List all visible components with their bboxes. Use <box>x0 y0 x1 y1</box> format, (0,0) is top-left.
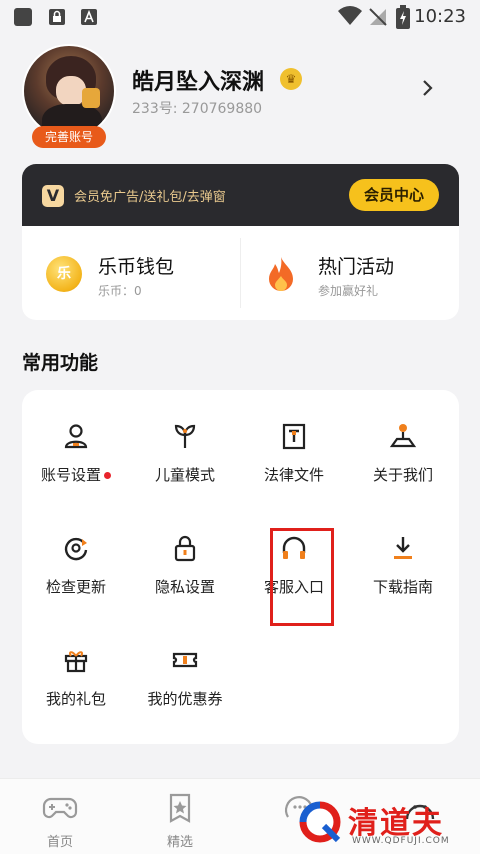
wifi-icon <box>338 6 362 26</box>
func-my-gifts[interactable]: 我的礼包 <box>22 614 130 714</box>
func-label: 法律文件 <box>263 466 324 484</box>
wallet-activity-card: 乐 乐币钱包 乐币：0 热门活动 参加赢好礼 <box>22 226 459 320</box>
wallet-balance: 乐币：0 <box>98 284 142 298</box>
func-label: 隐私设置 <box>154 578 215 596</box>
func-label: 关于我们 <box>372 466 433 484</box>
func-label: 检查更新 <box>45 578 106 596</box>
no-signal-icon <box>369 8 387 26</box>
gamepad-icon <box>42 797 78 819</box>
gift-icon <box>64 651 88 673</box>
star-badge-icon <box>169 793 191 823</box>
member-center-button[interactable]: 会员中心 <box>349 179 439 211</box>
username: 皓月坠入深渊 <box>132 70 265 95</box>
app-a-icon <box>81 9 97 25</box>
activity-entry[interactable]: 热门活动 参加赢好礼 <box>241 226 459 320</box>
joystick-icon <box>389 424 417 448</box>
func-download-guide[interactable]: 下载指南 <box>349 502 457 602</box>
fire-icon <box>269 257 293 291</box>
vip-logo-icon: V <box>42 185 64 207</box>
user-id: 233号: 270769880 <box>132 101 263 117</box>
notification-icon <box>14 8 32 26</box>
func-label: 儿童模式 <box>154 466 215 484</box>
lock-icon <box>49 9 65 25</box>
watermark-logo: 清道夫 WWW.QDFUJI.COM <box>296 796 472 854</box>
activity-title: 热门活动 <box>318 256 395 278</box>
highlight-annotation <box>270 528 334 626</box>
user-icon <box>64 424 88 449</box>
vip-benefits-text: 会员免广告/送礼包/去弹窗 <box>74 190 226 205</box>
lock-icon <box>174 535 196 562</box>
func-label: 我的优惠券 <box>147 690 223 708</box>
tab-label: 精选 <box>166 835 193 850</box>
func-about-us[interactable]: 关于我们 <box>349 390 457 490</box>
func-my-coupons[interactable]: 我的优惠券 <box>131 614 239 714</box>
tab-label: 首页 <box>46 835 73 850</box>
red-dot-badge <box>104 472 111 479</box>
func-label: 账号设置 <box>40 466 101 484</box>
func-kids-mode[interactable]: 儿童模式 <box>131 390 239 490</box>
crown-icon: ♛ <box>280 68 302 90</box>
wallet-title: 乐币钱包 <box>98 256 175 278</box>
func-legal-docs[interactable]: 法律文件 <box>240 390 348 490</box>
refresh-icon <box>64 537 88 561</box>
func-check-update[interactable]: 检查更新 <box>22 502 130 602</box>
complete-account-badge[interactable]: 完善账号 <box>32 126 106 148</box>
battery-icon <box>396 5 410 29</box>
functions-grid: 账号设置 儿童模式 法律文件 关于我们 检查更新 隐私设置 客服入口 下载指南 … <box>22 390 459 744</box>
tab-home[interactable]: 首页 <box>20 789 100 850</box>
func-account-settings[interactable]: 账号设置 <box>22 390 130 490</box>
func-label: 我的礼包 <box>45 690 106 708</box>
chevron-right-icon[interactable] <box>422 78 434 98</box>
document-icon <box>282 423 306 450</box>
avatar[interactable]: 完善账号 <box>22 44 116 148</box>
ticket-icon <box>172 652 198 668</box>
tab-featured[interactable]: 精选 <box>140 789 220 850</box>
wallet-entry[interactable]: 乐 乐币钱包 乐币：0 <box>22 226 240 320</box>
download-icon <box>394 537 412 559</box>
sprout-icon <box>174 424 196 448</box>
func-label: 下载指南 <box>372 578 433 596</box>
section-title: 常用功能 <box>22 352 99 374</box>
status-time: 10:23 <box>414 6 466 27</box>
vip-banner[interactable]: V 会员免广告/送礼包/去弹窗 会员中心 <box>22 164 459 226</box>
func-privacy-settings[interactable]: 隐私设置 <box>131 502 239 602</box>
watermark-url: WWW.QDFUJI.COM <box>352 836 450 846</box>
status-bar: 10:23 <box>0 0 480 34</box>
avatar-image <box>22 44 116 138</box>
coin-icon: 乐 <box>46 256 82 292</box>
watermark-q-icon <box>299 801 341 843</box>
activity-sub: 参加赢好礼 <box>318 284 379 298</box>
